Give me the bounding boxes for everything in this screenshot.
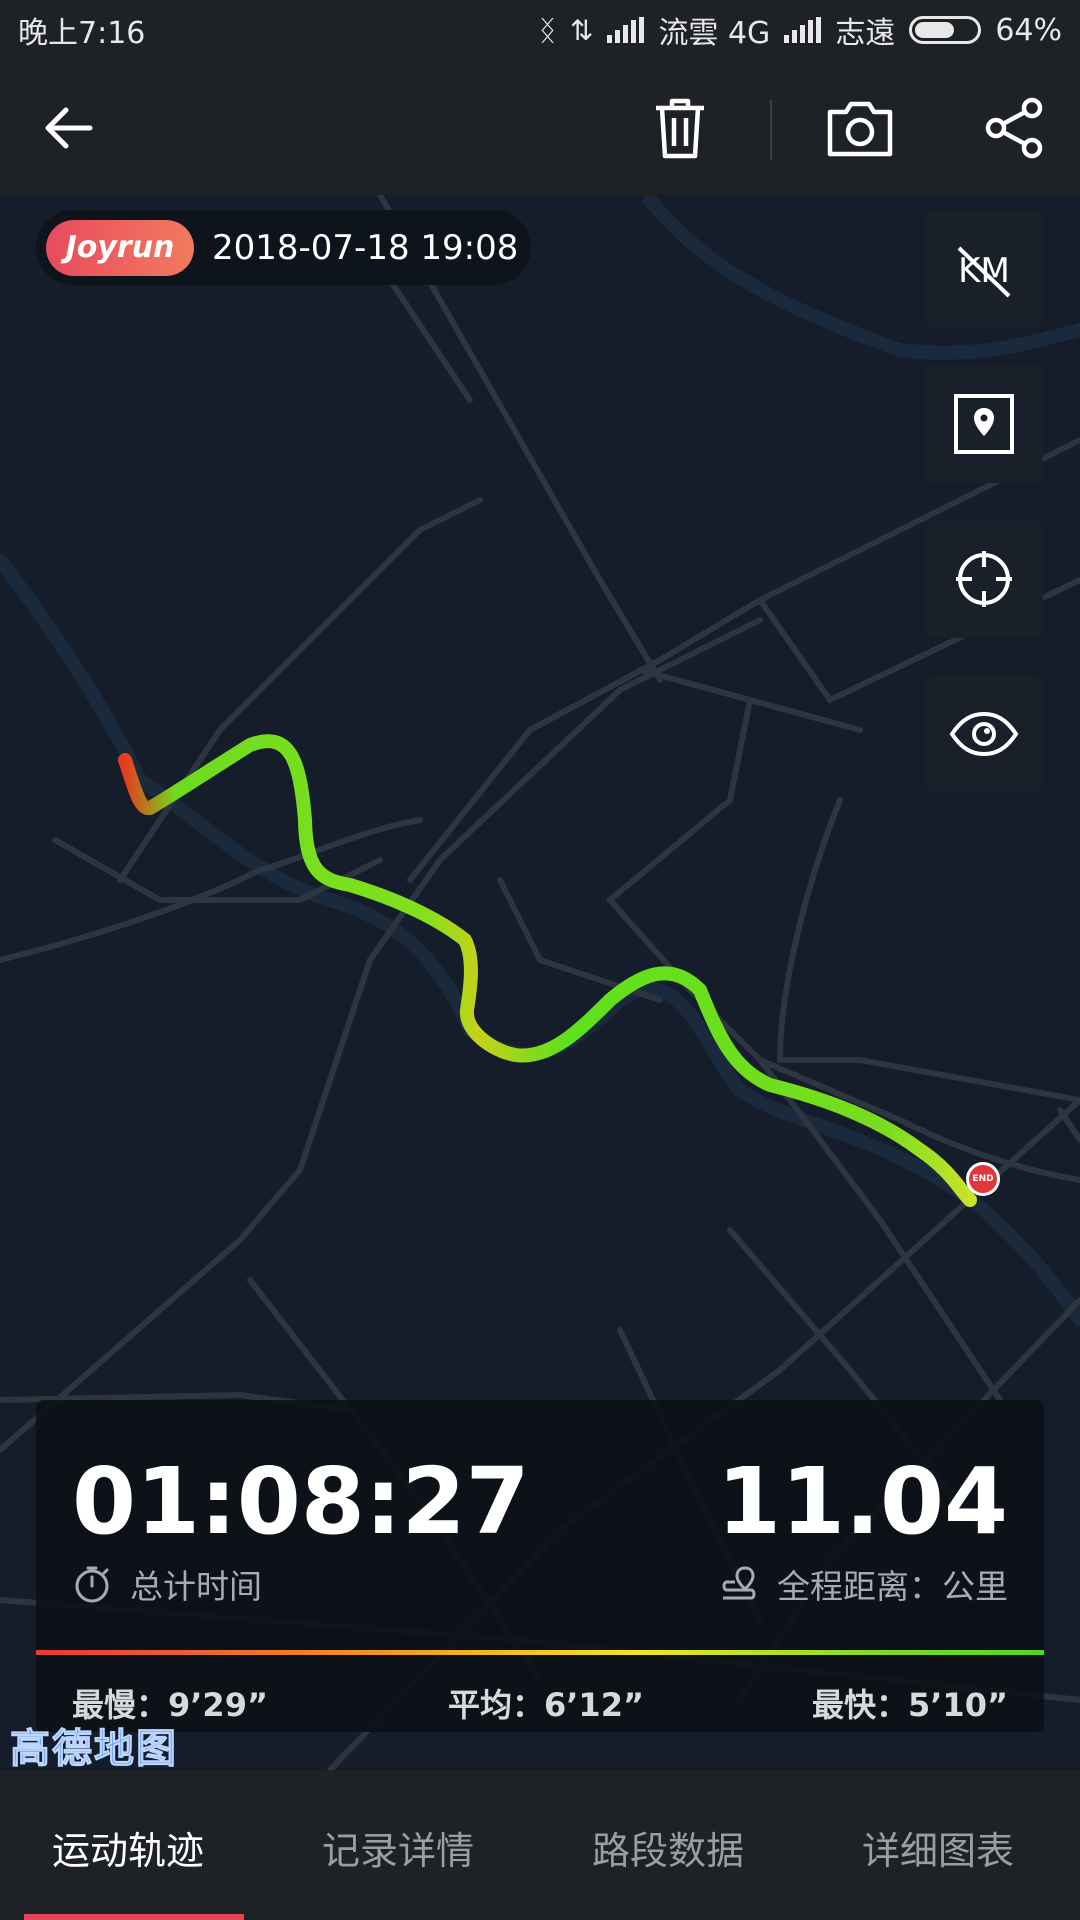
screenshot-button[interactable] bbox=[822, 90, 898, 166]
status-indicators: ᛝ ⇅ 流雲 4G 志遠 64% bbox=[539, 8, 1062, 52]
share-button[interactable] bbox=[976, 90, 1052, 166]
share-icon bbox=[985, 97, 1043, 159]
joyrun-logo: Joyrun bbox=[46, 219, 194, 276]
route-end-marker: END bbox=[966, 1162, 1000, 1196]
toolbar bbox=[0, 60, 1080, 195]
route-pin-icon bbox=[722, 1566, 756, 1600]
tab-detailed-charts[interactable]: 详细图表 bbox=[862, 1820, 1014, 1875]
data-transfer-icon: ⇅ bbox=[569, 13, 594, 47]
tab-segment-data[interactable]: 路段数据 bbox=[592, 1820, 744, 1875]
duration-label: 总计时间 bbox=[72, 1560, 262, 1608]
camera-icon bbox=[827, 101, 893, 157]
signal-icon-2 bbox=[784, 17, 822, 43]
tab-route[interactable]: 运动轨迹 bbox=[52, 1820, 204, 1875]
tab-record-details[interactable]: 记录详情 bbox=[322, 1820, 474, 1875]
km-marker-toggle-button[interactable]: KM bbox=[925, 210, 1043, 328]
amap-logo: 高德地图 bbox=[10, 1726, 178, 1773]
fastest-pace: 最快：5’10” bbox=[812, 1686, 1008, 1724]
visibility-button[interactable] bbox=[925, 675, 1043, 793]
distance-label: 全程距离：公里 bbox=[719, 1560, 1008, 1608]
active-tab-indicator bbox=[24, 1914, 244, 1920]
km-off-icon: KM bbox=[957, 246, 1011, 298]
carrier-1: 流雲 4G bbox=[658, 16, 771, 51]
workout-stats-panel: 01:08:27 11.04 总计时间 全程距离：公里 最慢：9’29” 平均：… bbox=[36, 1400, 1044, 1732]
trash-icon bbox=[656, 98, 704, 159]
map-layer-button[interactable] bbox=[925, 365, 1043, 483]
pace-gradient-bar bbox=[36, 1650, 1044, 1655]
bluetooth-icon: ᛝ bbox=[539, 13, 556, 47]
route-path bbox=[118, 734, 977, 1207]
battery-icon bbox=[909, 16, 982, 44]
duration-label-text: 总计时间 bbox=[130, 1567, 262, 1606]
signal-icon bbox=[607, 17, 645, 43]
bottom-tab-bar: 运动轨迹 记录详情 路段数据 详细图表 bbox=[0, 1770, 1080, 1920]
record-datetime: 2018-07-18 19:08 bbox=[212, 227, 519, 268]
carrier-2: 志遠 bbox=[835, 16, 896, 51]
status-time: 晚上7:16 bbox=[18, 16, 146, 51]
map-pin-icon bbox=[954, 394, 1014, 454]
pace-summary: 最慢：9’29” 平均：6’12” 最快：5’10” bbox=[36, 1680, 1044, 1724]
arrow-left-icon bbox=[45, 107, 93, 149]
stopwatch-icon bbox=[75, 1566, 109, 1603]
back-button[interactable] bbox=[30, 90, 106, 166]
eye-icon bbox=[949, 711, 1019, 757]
delete-button[interactable] bbox=[642, 90, 718, 166]
distance-label-text: 全程距离：公里 bbox=[777, 1567, 1008, 1606]
crosshair-icon bbox=[956, 551, 1012, 607]
status-bar: 晚上7:16 ᛝ ⇅ 流雲 4G 志遠 64% bbox=[0, 0, 1080, 60]
battery-percent: 64% bbox=[995, 12, 1062, 48]
total-distance: 11.04 bbox=[716, 1448, 1008, 1555]
total-duration: 01:08:27 bbox=[72, 1448, 530, 1555]
toolbar-divider bbox=[770, 100, 772, 160]
locate-button[interactable] bbox=[925, 520, 1043, 638]
average-pace: 平均：6’12” bbox=[448, 1686, 644, 1724]
record-date-pill: Joyrun 2018-07-18 19:08 bbox=[36, 210, 531, 285]
